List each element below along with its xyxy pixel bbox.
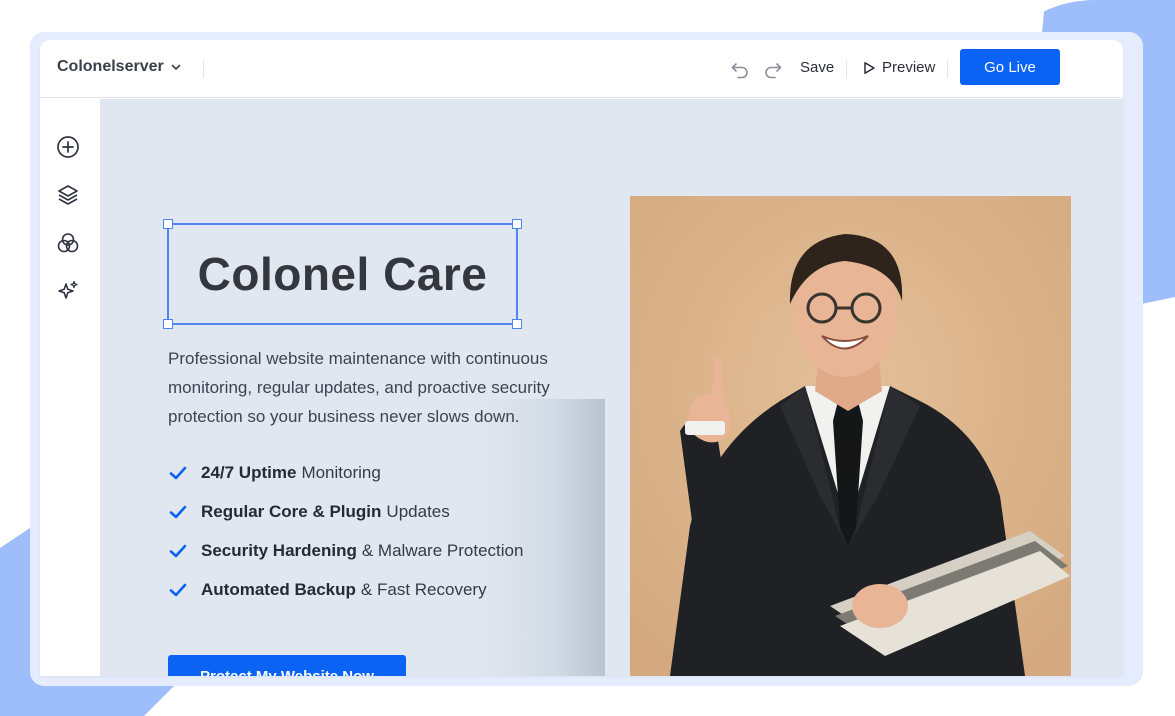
feature-text: Updates (386, 501, 450, 521)
feature-list: 24/7 Uptime Monitoring Regular Core & Pl… (168, 453, 523, 609)
resize-handle-top-right[interactable] (512, 219, 522, 229)
resize-handle-bottom-left[interactable] (163, 319, 173, 329)
hero-headline[interactable]: Colonel Care (169, 247, 516, 301)
resize-handle-top-left[interactable] (163, 219, 173, 229)
preview-label: Preview (882, 59, 936, 76)
feature-bold-text: Automated Backup (201, 579, 356, 599)
site-selector[interactable]: Colonelserver (57, 58, 182, 76)
color-circles-icon[interactable] (56, 231, 80, 255)
feature-bold-text: Regular Core & Plugin (201, 501, 382, 521)
undo-icon[interactable] (729, 58, 751, 80)
checkmark-icon (169, 505, 187, 518)
divider (846, 60, 847, 78)
list-item[interactable]: Regular Core & Plugin Updates (168, 492, 523, 531)
redo-icon[interactable] (762, 58, 784, 80)
go-live-button[interactable]: Go Live (960, 49, 1060, 85)
tool-sidebar (40, 99, 100, 676)
editor-window: Colonelserver Save Preview Go Live Colon… (40, 40, 1123, 676)
site-name-label: Colonelserver (57, 58, 164, 75)
list-item[interactable]: Security Hardening & Malware Protection (168, 531, 523, 570)
resize-handle-bottom-right[interactable] (512, 319, 522, 329)
checkmark-icon (169, 544, 187, 557)
layers-icon[interactable] (56, 183, 80, 207)
top-bar: Colonelserver Save Preview Go Live (40, 40, 1123, 98)
businessman-illustration (630, 196, 1071, 676)
checkmark-icon (169, 583, 187, 596)
list-item[interactable]: Automated Backup & Fast Recovery (168, 570, 523, 609)
feature-text: Monitoring (301, 462, 381, 482)
add-icon[interactable] (56, 135, 80, 159)
checkmark-icon (169, 466, 187, 479)
feature-text: & Fast Recovery (360, 579, 487, 599)
feature-bold-text: 24/7 Uptime (201, 462, 297, 482)
hero-description[interactable]: Professional website maintenance with co… (168, 344, 598, 431)
chevron-down-icon (171, 64, 181, 70)
divider (203, 60, 204, 78)
selected-headline-element[interactable]: Colonel Care (163, 219, 522, 329)
page-canvas[interactable]: Colonel Care Professional website mainte… (100, 99, 1123, 676)
play-icon (864, 61, 875, 74)
sparkles-icon[interactable] (56, 279, 80, 303)
feature-bold-text: Security Hardening (201, 540, 357, 560)
hero-image[interactable] (630, 196, 1071, 676)
cta-button[interactable]: Protect My Website Now (168, 655, 406, 676)
divider (947, 60, 948, 78)
feature-text: & Malware Protection (361, 540, 524, 560)
preview-button[interactable]: Preview (862, 59, 935, 76)
save-button[interactable]: Save (800, 59, 834, 76)
list-item[interactable]: 24/7 Uptime Monitoring (168, 453, 523, 492)
